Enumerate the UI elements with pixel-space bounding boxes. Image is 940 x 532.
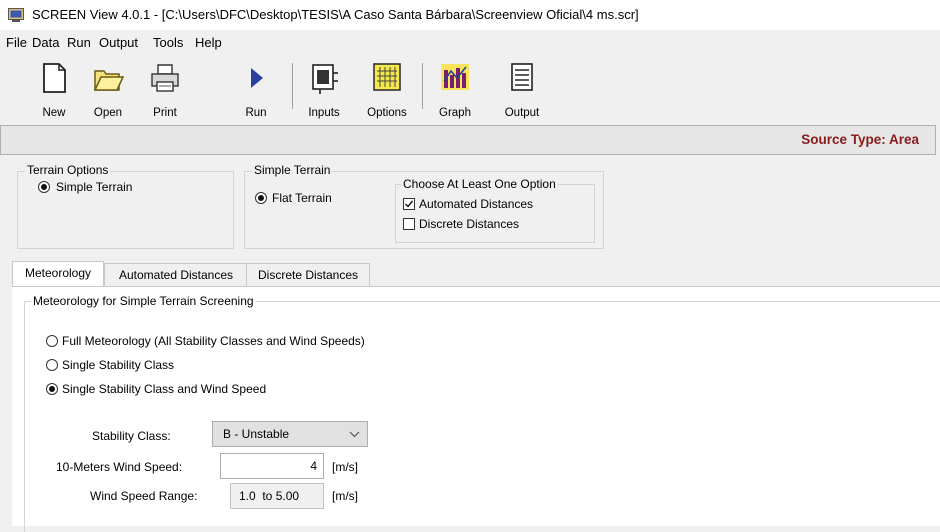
tab-discrete-distances[interactable]: Discrete Distances — [246, 263, 370, 286]
checkmark-icon — [405, 200, 414, 208]
wind-range-unit: [m/s] — [332, 489, 358, 503]
window-title: SCREEN View 4.0.1 - [C:\Users\DFC\Deskto… — [32, 7, 639, 22]
output-button[interactable]: Output — [496, 61, 548, 119]
single-stability-radio[interactable] — [46, 359, 58, 371]
wind-speed-value: 4 — [310, 459, 317, 473]
print-button[interactable]: Print — [143, 61, 187, 119]
single-stability-wind-radio[interactable] — [46, 383, 58, 395]
inputs-icon — [312, 64, 338, 94]
print-label: Print — [153, 107, 177, 119]
source-type-label: Source Type: Area — [801, 132, 919, 147]
graph-icon — [441, 64, 469, 90]
stability-class-select[interactable]: B - Unstable — [212, 421, 368, 447]
simple-terrain-radio-label: Simple Terrain — [56, 180, 133, 194]
toolbar-separator — [292, 63, 293, 109]
menu-tools[interactable]: Tools — [153, 35, 183, 50]
run-icon — [251, 68, 263, 88]
menu-data[interactable]: Data — [32, 35, 59, 50]
app-icon — [8, 8, 24, 22]
menu-output[interactable]: Output — [99, 35, 138, 50]
menu-file[interactable]: File — [6, 35, 27, 50]
stability-class-label: Stability Class: — [92, 429, 171, 443]
tab-automated-distances[interactable]: Automated Distances — [104, 263, 248, 286]
toolbar: New Open Print Run Inputs Options Graph … — [0, 55, 940, 121]
flat-terrain-radio-label: Flat Terrain — [272, 191, 332, 205]
menu-run[interactable]: Run — [67, 35, 91, 50]
full-meteorology-label: Full Meteorology (All Stability Classes … — [62, 334, 365, 348]
run-button[interactable]: Run — [236, 61, 276, 119]
single-stability-label: Single Stability Class — [62, 358, 175, 372]
wind-speed-label: 10-Meters Wind Speed: — [56, 460, 183, 474]
automated-distances-checkbox[interactable] — [403, 198, 415, 210]
title-bar: SCREEN View 4.0.1 - [C:\Users\DFC\Deskto… — [0, 0, 940, 30]
simple-terrain-label: Simple Terrain — [252, 163, 333, 177]
chevron-down-icon — [349, 431, 360, 438]
discrete-distances-checkbox[interactable] — [403, 218, 415, 230]
wind-range-display: 1.0 to 5.00 — [230, 483, 324, 509]
output-label: Output — [504, 107, 540, 119]
single-stability-wind-label: Single Stability Class and Wind Speed — [62, 382, 267, 396]
open-label: Open — [93, 107, 123, 119]
options-label: Options — [367, 107, 407, 119]
toolbar-separator — [422, 63, 423, 109]
flat-terrain-radio[interactable] — [255, 192, 267, 204]
inputs-label: Inputs — [308, 107, 340, 119]
full-meteorology-radio[interactable] — [46, 335, 58, 347]
graph-button[interactable]: Graph — [430, 61, 480, 119]
open-button[interactable]: Open — [86, 61, 130, 119]
meteorology-group-label: Meteorology for Simple Terrain Screening — [31, 294, 256, 308]
graph-label: Graph — [439, 107, 471, 119]
new-icon — [43, 63, 66, 93]
tab-meteorology[interactable]: Meteorology — [12, 261, 104, 286]
new-button[interactable]: New — [32, 61, 76, 119]
wind-range-label: Wind Speed Range: — [90, 489, 198, 503]
open-icon — [93, 70, 124, 91]
output-icon — [511, 63, 533, 91]
wind-speed-unit: [m/s] — [332, 460, 358, 474]
menu-help[interactable]: Help — [195, 35, 222, 50]
stability-class-value: B - Unstable — [223, 427, 290, 441]
options-button[interactable]: Options — [358, 61, 416, 119]
inputs-button[interactable]: Inputs — [298, 61, 350, 119]
options-icon — [373, 63, 401, 91]
run-label: Run — [245, 107, 267, 119]
menu-bar: File Data Run Output Tools Help — [0, 33, 940, 53]
tab-strip-top — [12, 261, 940, 262]
discrete-distances-label: Discrete Distances — [419, 217, 520, 231]
print-icon — [151, 64, 179, 92]
choose-option-label: Choose At Least One Option — [401, 177, 558, 191]
simple-terrain-radio[interactable] — [38, 181, 50, 193]
automated-distances-label: Automated Distances — [419, 197, 534, 211]
wind-speed-input[interactable]: 4 — [220, 453, 324, 479]
source-type-bar: Source Type: Area — [0, 125, 936, 155]
wind-range-value: 1.0 to 5.00 — [239, 489, 300, 503]
choose-option-group — [395, 184, 595, 243]
new-label: New — [42, 107, 66, 119]
terrain-options-label: Terrain Options — [25, 163, 111, 177]
